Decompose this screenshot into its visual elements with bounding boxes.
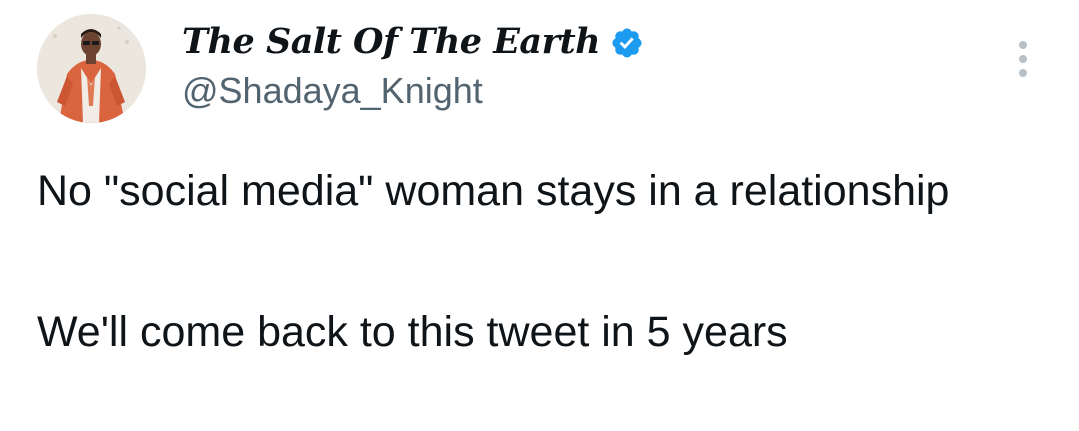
author-display-name[interactable]: The Salt Of The Earth (182, 18, 601, 66)
more-dot (1019, 41, 1027, 49)
tweet-text: No "social media" woman stays in a relat… (37, 165, 1047, 359)
more-dot (1019, 69, 1027, 77)
profile-photo (37, 14, 146, 123)
author-name-row: The Salt Of The Earth (182, 18, 644, 66)
verified-badge-icon[interactable] (610, 26, 644, 60)
tweet-card: The Salt Of The Earth @Shadaya_Knight No… (0, 0, 1079, 431)
more-dot (1019, 55, 1027, 63)
tweet-paragraph: We'll come back to this tweet in 5 years (37, 308, 788, 356)
author-handle[interactable]: @Shadaya_Knight (182, 69, 483, 113)
more-vertical-icon[interactable] (1008, 36, 1038, 82)
tweet-paragraph: No "social media" woman stays in a relat… (37, 167, 950, 215)
avatar[interactable] (37, 14, 146, 123)
